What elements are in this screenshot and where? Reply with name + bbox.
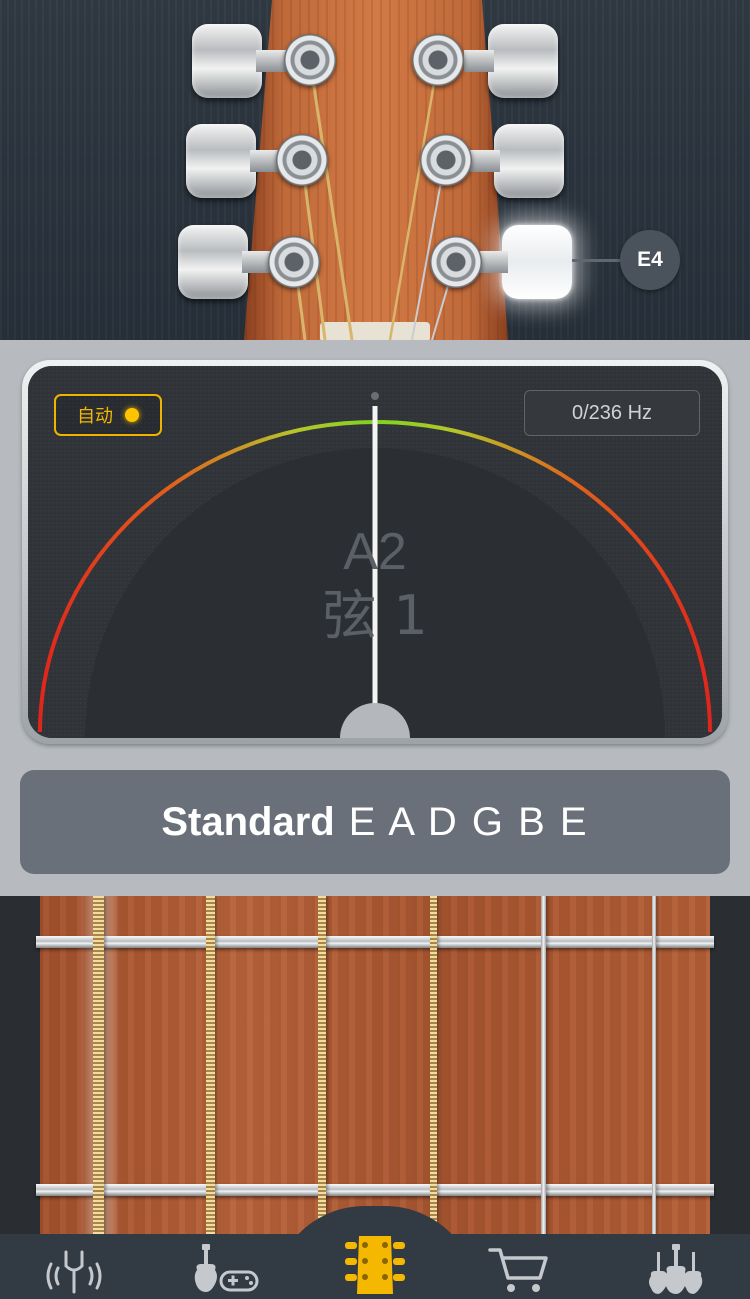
note-callout-line (572, 259, 624, 262)
tuning-fork-icon (46, 1250, 102, 1294)
fretboard-area (0, 896, 750, 1236)
string-high-e[interactable] (652, 896, 656, 1236)
nav-store[interactable] (482, 1244, 554, 1299)
nav-tuner-mic[interactable] (38, 1244, 110, 1299)
string-post-d (284, 34, 336, 86)
tuning-peg-a[interactable] (186, 124, 280, 198)
nav-headstock-tuner[interactable] (340, 1232, 410, 1294)
tuning-peg-g[interactable] (464, 24, 558, 98)
detected-note: A2 (343, 523, 407, 581)
string-post-g (412, 34, 464, 86)
string-post-a (276, 134, 328, 186)
cart-icon (488, 1248, 548, 1292)
active-note-badge: E4 (620, 230, 680, 290)
tuning-peg-low-e[interactable] (178, 225, 272, 299)
string-post-high-e (430, 236, 482, 288)
string-number: 弦 1 (322, 584, 428, 647)
headstock-area: E4 (0, 0, 750, 340)
string-a[interactable] (206, 896, 215, 1236)
string-low-e[interactable] (93, 896, 104, 1236)
guitar-game-icon (194, 1244, 259, 1292)
string-post-b (420, 134, 472, 186)
fret (36, 936, 714, 948)
nav-instruments[interactable] (640, 1244, 712, 1299)
fret (36, 1184, 714, 1196)
tuner-panel: 自动 0/236 Hz A2 弦 1 Standard E A D G B E (0, 340, 750, 896)
tuning-notes: E A D G B E (348, 799, 589, 844)
guitars-icon (649, 1244, 703, 1294)
headstock-tuner-icon (345, 1236, 405, 1294)
auto-mode-indicator (125, 408, 139, 422)
tuning-selector[interactable]: Standard E A D G B E (20, 770, 730, 874)
string-b[interactable] (541, 896, 546, 1236)
string-d[interactable] (318, 896, 326, 1236)
center-marker (371, 392, 379, 400)
nav-games[interactable] (186, 1244, 266, 1299)
auto-mode-toggle[interactable]: 自动 (54, 394, 162, 436)
auto-mode-label: 自动 (77, 406, 113, 427)
guitar-headstock (244, 0, 508, 340)
tuning-peg-b[interactable] (470, 124, 564, 198)
tuning-peg-d[interactable] (192, 24, 286, 98)
tuning-name: Standard (161, 799, 335, 844)
string-post-low-e (268, 236, 320, 288)
tuning-peg-high-e[interactable] (478, 225, 572, 299)
string-g[interactable] (430, 896, 437, 1236)
frequency-readout: 0/236 Hz (524, 390, 700, 436)
tuner-screen: 自动 0/236 Hz A2 弦 1 (22, 360, 728, 744)
tuner-display: 自动 0/236 Hz A2 弦 1 (28, 366, 722, 738)
